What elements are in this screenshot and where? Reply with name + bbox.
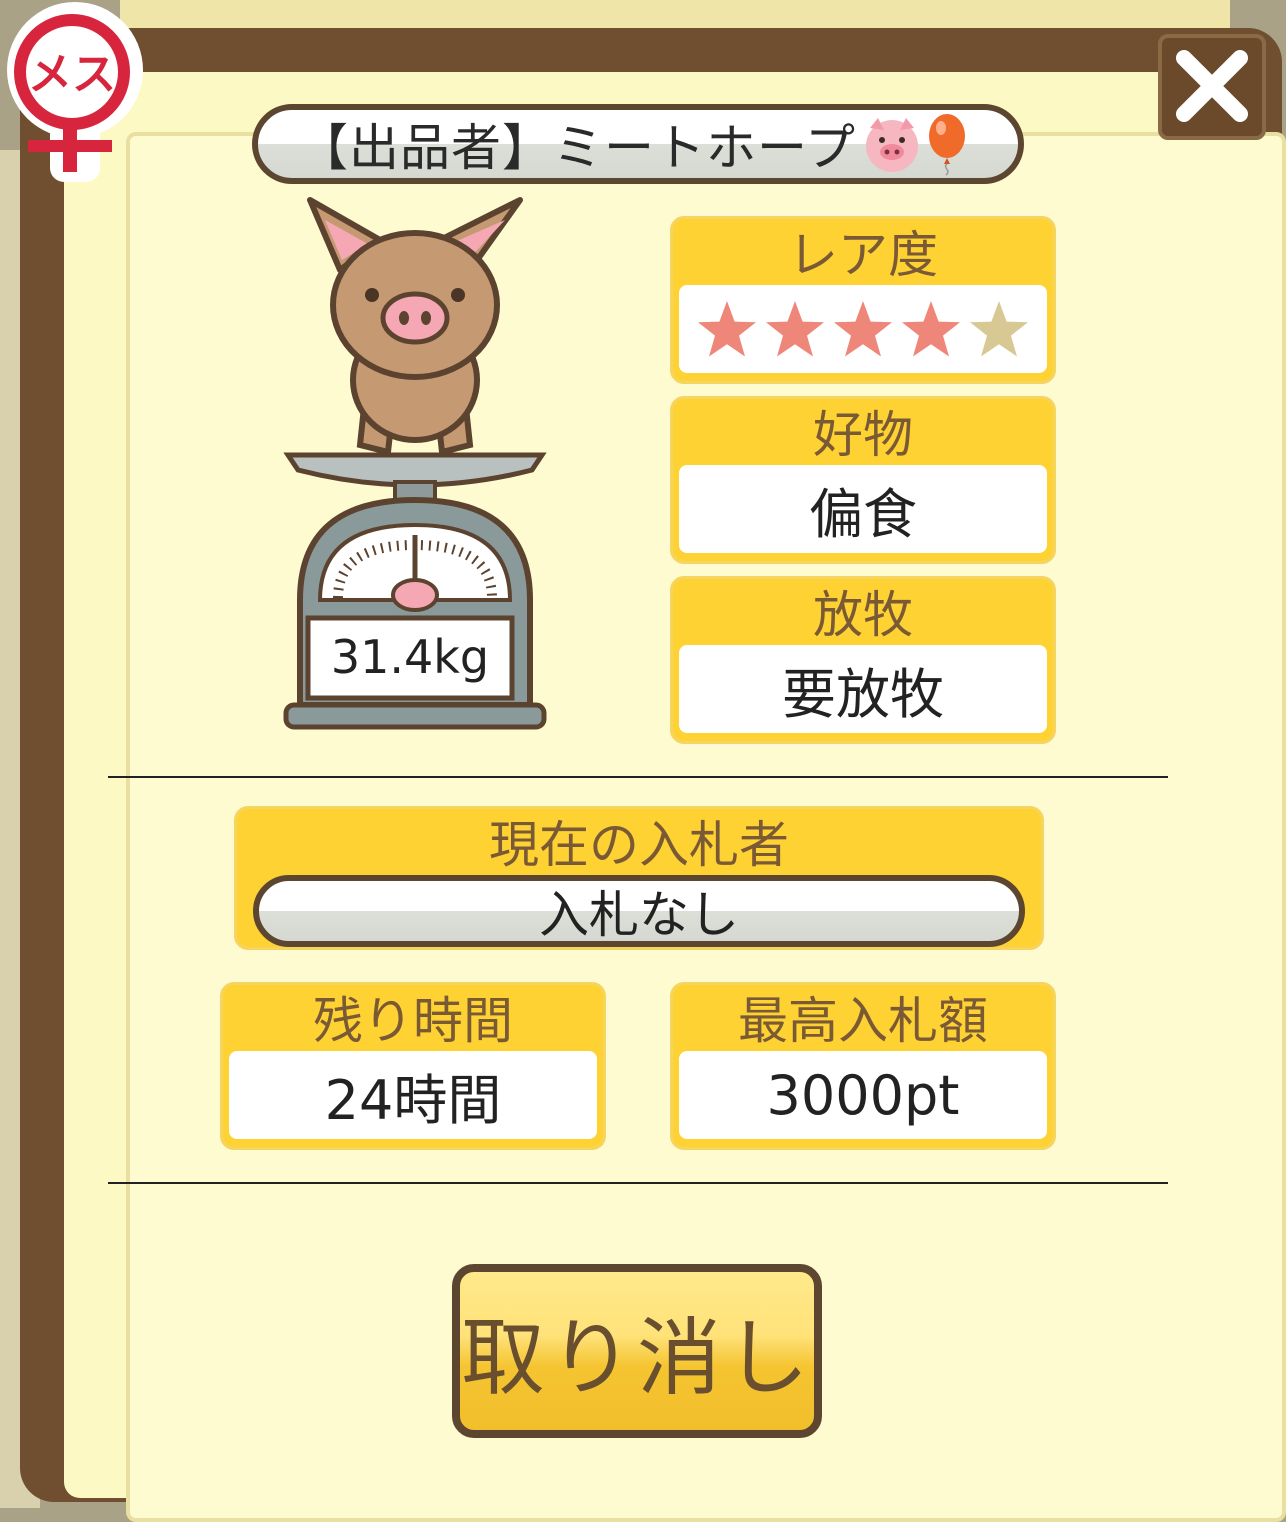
- highest-bid-value: 3000pt: [679, 1051, 1047, 1139]
- close-button[interactable]: [1158, 34, 1266, 140]
- grazing-label: 放牧: [813, 586, 913, 644]
- pig-face-icon: [866, 118, 918, 172]
- current-bidder-label: 現在の入札者: [489, 816, 789, 874]
- favorite-food-label: 好物: [813, 406, 913, 464]
- star-filled-icon: [902, 301, 960, 357]
- grazing-card: 放牧 要放牧: [670, 576, 1056, 744]
- divider: [108, 776, 1168, 778]
- cancel-button[interactable]: 取り消し: [452, 1264, 822, 1438]
- time-left-card: 残り時間 24時間: [220, 982, 606, 1150]
- time-left-value: 24時間: [229, 1051, 597, 1139]
- pig-on-scale-illustration: 31.4kg: [280, 190, 550, 740]
- favorite-food-card: 好物 偏食: [670, 396, 1056, 564]
- pig-weight: 31.4kg: [330, 630, 490, 684]
- time-left-label: 残り時間: [313, 992, 513, 1050]
- seller-name: 【出品者】ミートホープ: [298, 119, 856, 177]
- favorite-food-value: 偏食: [679, 465, 1047, 553]
- female-badge: メス: [0, 0, 150, 190]
- balloon-icon: [929, 114, 965, 176]
- gender-label: メス: [28, 49, 116, 100]
- star-empty-icon: [970, 301, 1028, 357]
- rarity-card: レア度: [670, 216, 1056, 384]
- star-filled-icon: [766, 301, 824, 357]
- current-bidder-value: 入札なし: [253, 875, 1025, 947]
- highest-bid-card: 最高入札額 3000pt: [670, 982, 1056, 1150]
- star-filled-icon: [698, 301, 756, 357]
- grazing-value: 要放牧: [679, 645, 1047, 733]
- current-bidder-card: 現在の入札者 入札なし: [234, 806, 1044, 950]
- rarity-label: レア度: [788, 226, 938, 284]
- seller-bar: 【出品者】ミートホープ: [252, 104, 1024, 184]
- star-filled-icon: [834, 301, 892, 357]
- highest-bid-label: 最高入札額: [738, 992, 988, 1050]
- close-icon: [1176, 50, 1248, 122]
- rarity-stars: [679, 285, 1047, 373]
- divider: [108, 1182, 1168, 1184]
